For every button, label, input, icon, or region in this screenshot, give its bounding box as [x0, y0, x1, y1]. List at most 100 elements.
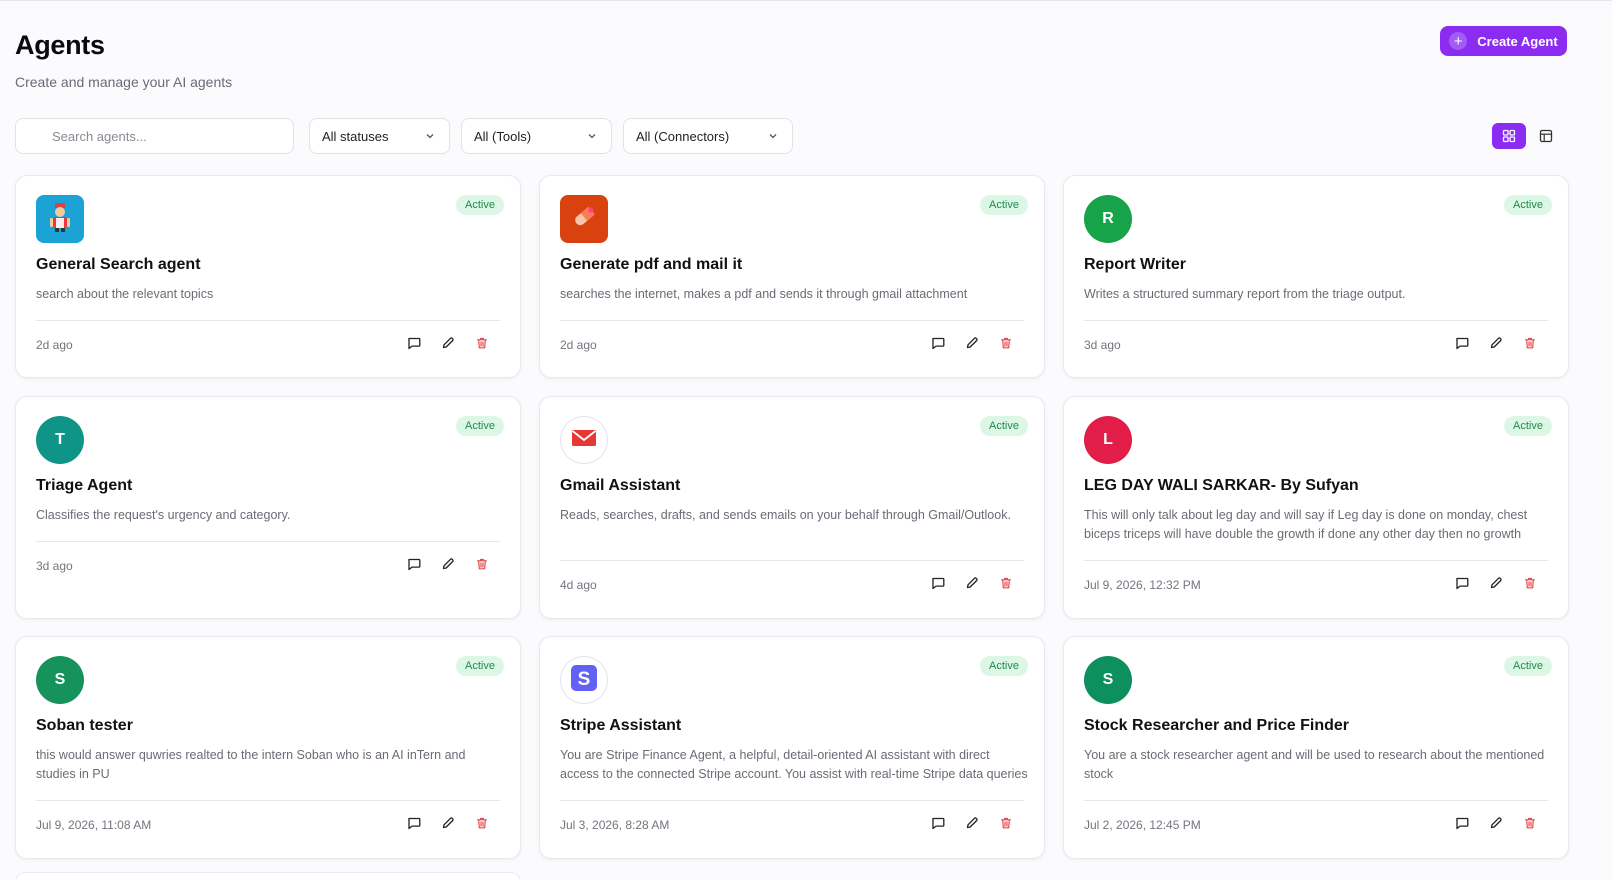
avatar-letter: S [1102, 671, 1114, 688]
delete-button[interactable] [997, 337, 1014, 354]
chat-icon [1455, 816, 1469, 835]
agent-avatar: R [1084, 195, 1132, 243]
status-filter-select[interactable]: All statuses [309, 118, 450, 154]
agent-card[interactable]: S Active Stripe Assistant You are Stripe Fi… [539, 636, 1045, 859]
delete-button[interactable] [1521, 577, 1538, 594]
create-agent-button[interactable]: + Create Agent [1440, 26, 1567, 56]
chat-button[interactable] [1453, 817, 1470, 834]
trash-icon [999, 336, 1013, 355]
svg-text:S: S [578, 669, 591, 690]
delete-button[interactable] [473, 817, 490, 834]
chat-button[interactable] [405, 817, 422, 834]
chat-button[interactable] [1453, 337, 1470, 354]
card-divider [1084, 320, 1548, 321]
trash-icon [475, 816, 489, 835]
avatar-letter: T [55, 431, 65, 448]
agent-description: searches the internet, makes a pdf and s… [560, 285, 1030, 304]
delete-button[interactable] [997, 817, 1014, 834]
agent-card[interactable]: Active General Search agent search about t… [15, 175, 521, 378]
chat-button[interactable] [929, 817, 946, 834]
edit-icon [1489, 576, 1503, 595]
delete-button[interactable] [1521, 817, 1538, 834]
agent-avatar [560, 416, 608, 464]
connectors-filter-select[interactable]: All (Connectors) [623, 118, 793, 154]
chevron-down-icon [769, 134, 777, 139]
agent-description-text: Classifies the request's urgency and cat… [36, 508, 291, 522]
avatar-letter: R [1102, 210, 1114, 227]
trash-icon [1523, 816, 1537, 835]
pill-icon [569, 202, 599, 237]
search-input[interactable] [16, 119, 293, 153]
edit-icon [441, 557, 455, 576]
agent-updated-time: 3d ago [1084, 338, 1121, 352]
card-actions [929, 577, 1014, 594]
edit-icon [441, 336, 455, 355]
edit-button[interactable] [1487, 337, 1504, 354]
agent-description-text: Writes a structured summary report from … [1084, 287, 1406, 301]
delete-button[interactable] [473, 337, 490, 354]
card-actions [1453, 817, 1538, 834]
agent-card-partial[interactable] [15, 872, 521, 880]
chat-icon [407, 816, 421, 835]
agent-avatar [560, 195, 608, 243]
edit-button[interactable] [963, 817, 980, 834]
robot-figure-icon [47, 202, 73, 237]
edit-button[interactable] [1487, 817, 1504, 834]
agent-description-text: Reads, searches, drafts, and sends email… [560, 508, 1011, 522]
edit-button[interactable] [439, 817, 456, 834]
card-actions [1453, 577, 1538, 594]
chevron-down-icon [426, 134, 434, 139]
trash-icon [1523, 336, 1537, 355]
chat-icon [931, 576, 945, 595]
status-badge: Active [980, 416, 1028, 436]
chat-button[interactable] [929, 337, 946, 354]
edit-button[interactable] [439, 337, 456, 354]
agent-card[interactable]: S Active Soban tester this would answer quw… [15, 636, 521, 859]
agent-description: You are Stripe Finance Agent, a helpful,… [560, 746, 1030, 784]
agent-card[interactable]: T Active Triage Agent Classifies the reques… [15, 396, 521, 619]
status-badge: Active [980, 195, 1028, 215]
plus-icon: + [1449, 32, 1468, 50]
edit-button[interactable] [963, 577, 980, 594]
delete-button[interactable] [1521, 337, 1538, 354]
agent-card[interactable]: S Active Stock Researcher and Price Finder… [1063, 636, 1569, 859]
trash-icon [999, 816, 1013, 835]
tools-filter-select[interactable]: All (Tools) [461, 118, 612, 154]
chat-button[interactable] [405, 558, 422, 575]
delete-button[interactable] [997, 577, 1014, 594]
status-badge: Active [456, 416, 504, 436]
chat-button[interactable] [929, 577, 946, 594]
chat-button[interactable] [405, 337, 422, 354]
agent-card[interactable]: R Active Report Writer Writes a structured … [1063, 175, 1569, 378]
chat-button[interactable] [1453, 577, 1470, 594]
edit-icon [1489, 336, 1503, 355]
grid-view-button[interactable] [1492, 123, 1526, 149]
agent-updated-time: Jul 3, 2026, 8:28 AM [560, 818, 670, 832]
tools-filter-value: All (Tools) [474, 128, 532, 144]
agent-updated-time: 3d ago [36, 559, 73, 573]
status-badge: Active [1504, 195, 1552, 215]
agent-name: General Search agent [36, 256, 201, 273]
chat-icon [931, 816, 945, 835]
delete-button[interactable] [473, 558, 490, 575]
chat-icon [407, 336, 421, 355]
edit-button[interactable] [439, 558, 456, 575]
agent-name: Stock Researcher and Price Finder [1084, 717, 1349, 734]
card-actions [405, 337, 490, 354]
edit-icon [1489, 816, 1503, 835]
agent-updated-time: Jul 9, 2026, 12:32 PM [1084, 578, 1201, 592]
agent-description: search about the relevant topics [36, 285, 506, 304]
mail-icon [571, 428, 597, 453]
card-divider [560, 320, 1024, 321]
table-icon [1539, 129, 1553, 143]
table-view-button[interactable] [1532, 123, 1560, 149]
edit-button[interactable] [963, 337, 980, 354]
trash-icon [475, 557, 489, 576]
avatar-letter: S [54, 671, 66, 688]
agent-card[interactable]: L Active LEG DAY WALI SARKAR- By Sufyan Thi… [1063, 396, 1569, 619]
agent-card[interactable]: Active Generate pdf and mail it searches t… [539, 175, 1045, 378]
edit-button[interactable] [1487, 577, 1504, 594]
search-box [15, 118, 294, 154]
agent-card[interactable]: Active Gmail Assistant Reads, searches, dr… [539, 396, 1045, 619]
card-actions [1453, 337, 1538, 354]
